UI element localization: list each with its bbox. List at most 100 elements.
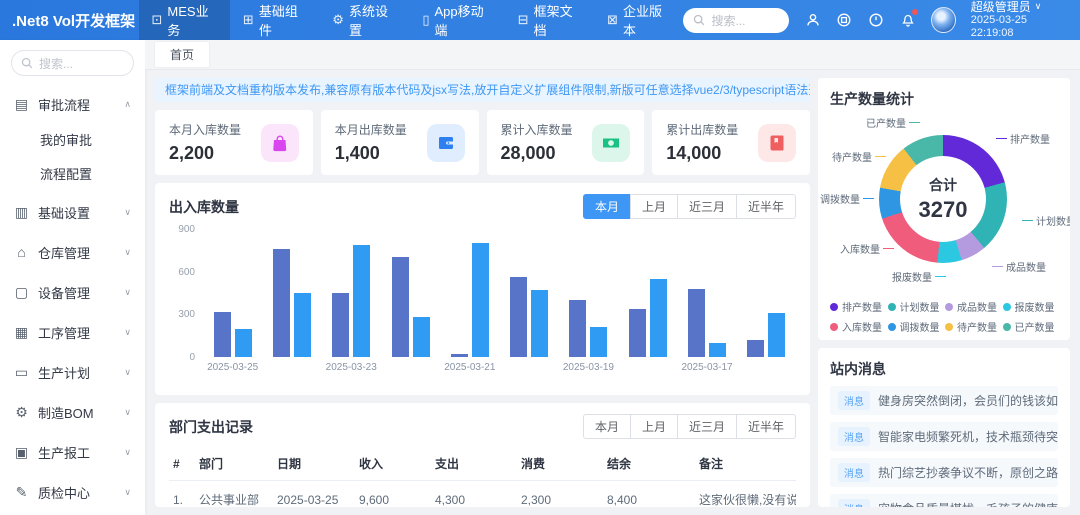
bar-入库数量[interactable] (569, 300, 587, 357)
bar-入库数量[interactable] (510, 277, 528, 357)
bar-出库数量[interactable] (471, 243, 489, 357)
chart-range-tabs: 本月 上月 近三月 近半年 (582, 194, 796, 219)
bar-入库数量[interactable] (272, 248, 290, 357)
notice-bar[interactable]: 框架前端及文档重构版本发布,兼容原有版本代码及jsx写法,放开自定义扩展组件限制… (155, 78, 810, 102)
message-item[interactable]: 消息健身房突然倒闭，会员们的钱该如何追回？ (830, 386, 1058, 415)
sidebar-item-warehouse[interactable]: ⌂ 仓库管理 ∨ (0, 232, 145, 272)
message-item[interactable]: 消息智能家电频繁死机，技术瓶颈待突破？ (830, 422, 1058, 451)
bar-出库数量[interactable] (412, 317, 430, 357)
stat-card[interactable]: 本月出库数量 1,400 (320, 110, 479, 175)
page-tabbar: 首页 (145, 40, 1080, 70)
login-time: 2025-03-25 22:19:08 (970, 14, 1027, 40)
bar-出库数量[interactable] (590, 327, 608, 357)
sidebar-item-equipment[interactable]: ▢ 设备管理 ∨ (0, 272, 145, 312)
bar-出库数量[interactable] (293, 293, 311, 357)
legend-item-3[interactable]: 报废数量 (1002, 299, 1059, 314)
bar-出库数量[interactable] (234, 328, 252, 357)
bar-出库数量[interactable] (649, 278, 667, 357)
legend-label: 报废数量 (1014, 303, 1055, 314)
sidebar-item-approval-flow[interactable]: ▤ 审批流程 ∧ (0, 84, 145, 124)
bar-入库数量[interactable] (688, 288, 706, 357)
legend-item-5[interactable]: 调拨数量 (887, 319, 944, 334)
nav-item-label: 框架文档 (533, 4, 573, 38)
sidebar-subitem-my-approvals[interactable]: 我的审批 (0, 124, 145, 158)
chevron-down-icon: ∨ (124, 286, 131, 297)
bar-出库数量[interactable] (353, 244, 371, 357)
y-axis-tick: 900 (178, 224, 195, 235)
table-range-tab-3[interactable]: 近半年 (735, 414, 796, 439)
avatar[interactable] (931, 7, 956, 33)
table-header-5: 消费 (517, 447, 603, 481)
app-logo[interactable]: .Net8 Vol开发框架 (0, 10, 139, 31)
pie-label-inbound: 入库数量 (840, 241, 894, 256)
message-item[interactable]: 消息热门综艺抄袭争议不断，原创之路在何方？ (830, 458, 1058, 487)
user-icon[interactable] (804, 11, 821, 29)
sidebar-subitem-flow-config[interactable]: 流程配置 (0, 158, 145, 192)
bar-入库数量[interactable] (747, 339, 765, 357)
nav-item-framework-docs[interactable]: ⊟ 框架文档 (505, 0, 594, 40)
sidebar-item-label: 工序管理 (38, 325, 91, 341)
tab-home[interactable]: 首页 (155, 42, 210, 67)
sidebar-item-production-plan[interactable]: ▭ 生产计划 ∨ (0, 352, 145, 392)
stat-card[interactable]: 本月入库数量 2,200 (155, 110, 313, 175)
pie-label-scrap: 报废数量 (892, 269, 946, 284)
nav-item-base-components[interactable]: ⊞ 基础组件 (230, 0, 319, 40)
nav-item-system-settings[interactable]: ⚙ 系统设置 (319, 0, 409, 40)
table-cell: 2025-03-25 (273, 480, 355, 507)
nav-item-enterprise[interactable]: ⊠ 企业版本 (594, 0, 683, 40)
table-range-tab-2[interactable]: 近三月 (676, 414, 737, 439)
bar-出库数量[interactable] (531, 290, 549, 357)
table-header-3: 收入 (355, 447, 431, 481)
table-range-tab-1[interactable]: 上月 (629, 414, 678, 439)
message-badge: 消息 (838, 499, 870, 507)
nav-item-app-mobile[interactable]: ▯ App移动端 (409, 0, 504, 40)
sidebar-item-process[interactable]: ▦ 工序管理 ∨ (0, 312, 145, 352)
stat-card[interactable]: 累计入库数量 28,000 (486, 110, 645, 175)
bar-入库数量[interactable] (332, 293, 350, 357)
bar-入库数量[interactable] (391, 257, 409, 357)
global-search[interactable]: 搜索... (683, 7, 790, 33)
nav-item-mes[interactable]: ⊡ MES业务 (138, 0, 230, 40)
sidebar-item-base-settings[interactable]: ▥ 基础设置 ∨ (0, 192, 145, 232)
chevron-down-icon: ∨ (124, 406, 131, 417)
bar-出库数量[interactable] (709, 342, 727, 357)
legend-item-7[interactable]: 已产数量 (1002, 319, 1059, 334)
sidebar-search-input[interactable]: 搜索... (11, 50, 134, 76)
chart-range-tab-2[interactable]: 近三月 (676, 194, 737, 219)
sidebar-item-qc-center[interactable]: ✎ 质检中心 ∨ (0, 472, 145, 512)
nav-menu: ⊡ MES业务 ⊞ 基础组件 ⚙ 系统设置 ▯ App移动端 ⊟ 框架文档 ⊠ 企业版本 (138, 0, 684, 40)
y-axis-tick: 600 (178, 266, 195, 278)
chart-range-tab-0[interactable]: 本月 (582, 194, 631, 219)
bar-入库数量[interactable] (213, 311, 231, 357)
sidebar-item-production-report[interactable]: ▣ 生产报工 ∨ (0, 432, 145, 472)
stat-value: 14,000 (666, 143, 722, 163)
theme-icon[interactable] (836, 11, 853, 29)
table-range-tab-0[interactable]: 本月 (582, 414, 631, 439)
legend-item-4[interactable]: 入库数量 (830, 319, 886, 334)
chart-range-tab-1[interactable]: 上月 (629, 194, 678, 219)
stat-card[interactable]: 累计出库数量 14,000 (652, 110, 810, 175)
bar-入库数量[interactable] (450, 354, 468, 357)
content-scroll[interactable]: 框架前端及文档重构版本发布,兼容原有版本代码及jsx写法,放开自定义扩展组件限制… (145, 70, 1080, 515)
chart-range-tab-3[interactable]: 近半年 (735, 194, 796, 219)
table-row[interactable]: 1. 公共事业部 2025-03-25 9,600 4,300 2,300 8,400 这家伙… (169, 480, 796, 507)
message-text: 智能家电频繁死机，技术瓶颈待突破？ (878, 430, 1058, 444)
nav-item-label: App移动端 (434, 4, 484, 38)
legend-item-1[interactable]: 计划数量 (887, 299, 944, 314)
message-item[interactable]: 消息 宠物食品质量堪忧，毛孩子的健康谁守护？ (830, 494, 1058, 507)
bar-group (262, 229, 321, 357)
pie-label-pending: 待产数量 (832, 149, 886, 164)
legend-dot-icon (945, 322, 953, 331)
sidebar-item-bom[interactable]: ⚙ 制造BOM ∨ (0, 392, 145, 432)
legend-item-6[interactable]: 待产数量 (945, 319, 1001, 334)
badge-icon: ⊠ (607, 12, 618, 27)
notifications-bell-icon[interactable] (900, 9, 919, 29)
bar-出库数量[interactable] (768, 312, 786, 357)
bar-入库数量[interactable] (628, 308, 646, 357)
bag-icon (260, 123, 299, 162)
table-header-7: 备注 (695, 447, 796, 481)
lock-screen-icon[interactable] (868, 11, 885, 29)
legend-item-0[interactable]: 排产数量 (830, 299, 886, 314)
user-meta[interactable]: 超级管理员 ∨ 2025-03-25 22:19:08 (971, 0, 1066, 40)
legend-item-2[interactable]: 成品数量 (945, 299, 1001, 314)
